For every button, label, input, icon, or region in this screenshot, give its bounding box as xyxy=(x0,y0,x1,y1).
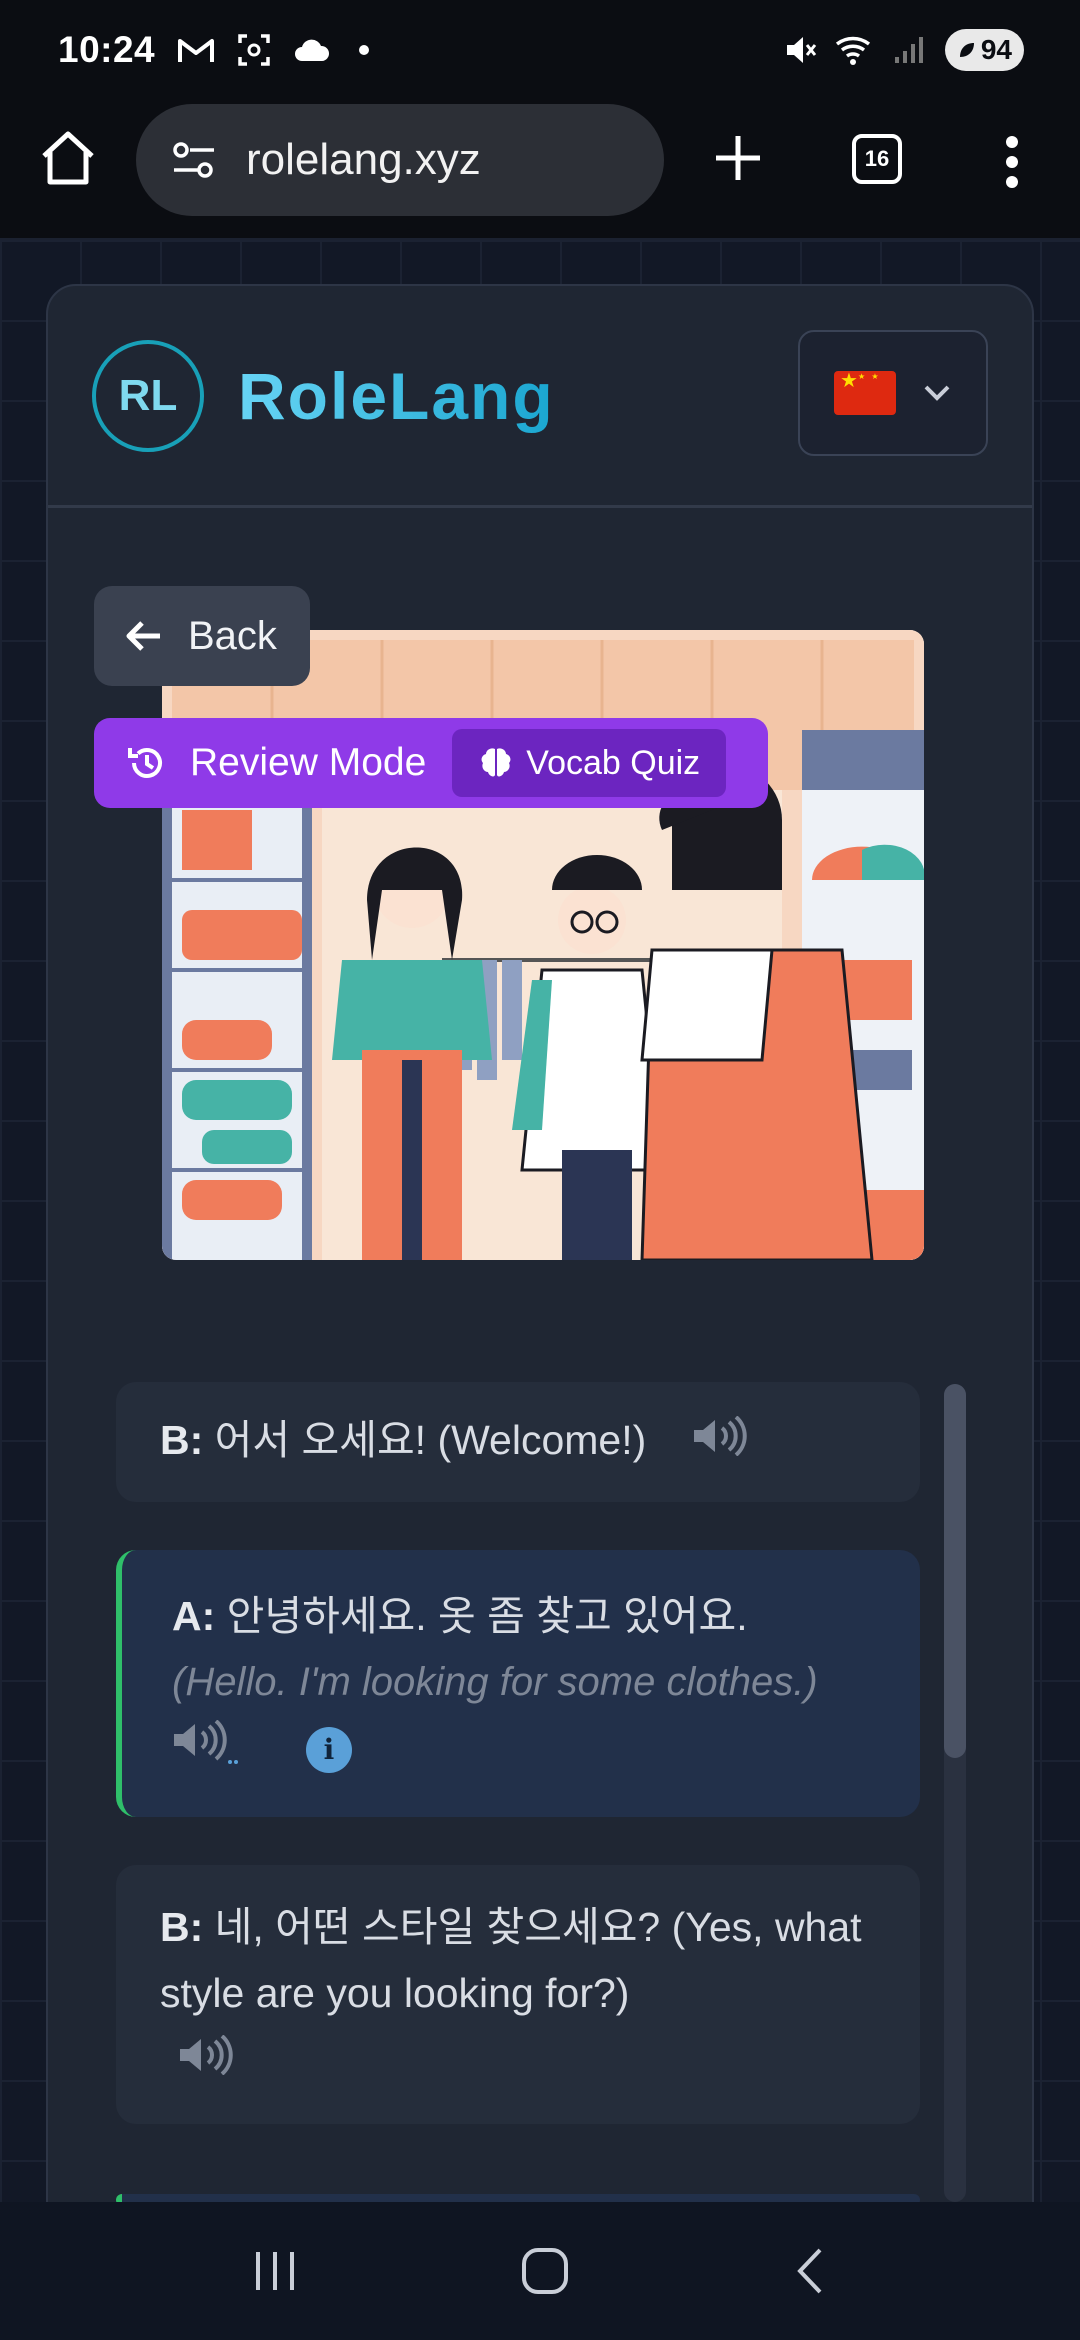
history-icon xyxy=(128,748,162,778)
dialogue-line[interactable]: B: 네, 어떤 스타일 찾으세요? (Yes, what style are … xyxy=(116,1865,920,2125)
speaker-label: A: xyxy=(172,1592,216,1639)
arrow-left-icon xyxy=(126,621,160,651)
new-tab-icon[interactable] xyxy=(708,128,768,188)
clock: 10:24 xyxy=(58,29,156,70)
address-bar[interactable]: rolelang.xyz xyxy=(136,104,664,216)
system-navigation-bar xyxy=(0,2202,1080,2340)
wifi-icon xyxy=(835,36,870,65)
back-button[interactable]: Back xyxy=(94,586,310,686)
dialogue-line[interactable]: B: 어서 오세요! (Welcome!) xyxy=(116,1382,920,1502)
chevron-down-icon xyxy=(924,385,950,401)
more-options-icon[interactable] xyxy=(1002,132,1022,192)
app-header: RL RoleLang xyxy=(48,286,1032,508)
mute-icon xyxy=(786,37,817,63)
brain-icon xyxy=(481,748,511,777)
tab-count: 16 xyxy=(864,146,890,171)
site-settings-icon[interactable] xyxy=(172,140,216,180)
browser-toolbar: rolelang.xyz 16 xyxy=(0,100,1080,240)
scene-panel: Back Review Mode Vocab Quiz xyxy=(78,546,1006,1446)
speaker-label: B: xyxy=(160,1904,204,1951)
review-mode-banner[interactable]: Review Mode Vocab Quiz xyxy=(94,718,768,808)
dialogue-line-active[interactable]: A: 안녕하세요. 옷 좀 찾고 있어요. (Hello. I'm lookin… xyxy=(116,1549,920,1818)
gmail-icon xyxy=(178,39,215,62)
recent-apps-icon[interactable] xyxy=(250,2248,300,2294)
cloud-icon xyxy=(295,39,330,61)
vocab-quiz-button[interactable]: Vocab Quiz xyxy=(452,729,727,797)
review-mode-label: Review Mode xyxy=(190,741,427,784)
line-text: 안녕하세요. 옷 좀 찾고 있어요. xyxy=(226,1592,748,1639)
speaker-icon[interactable] xyxy=(692,1410,750,1476)
speaker-icon[interactable] xyxy=(178,2029,236,2095)
dialogue-scrollbar[interactable] xyxy=(944,1384,966,2202)
speaker-icon[interactable] xyxy=(172,1718,242,1784)
home-nav-icon[interactable] xyxy=(520,2246,570,2296)
logo-initials: RL xyxy=(118,370,178,420)
translation-text: (Hello. I'm looking for some clothes.) xyxy=(172,1659,818,1704)
back-label: Back xyxy=(188,613,277,658)
tab-switcher-button[interactable]: 16 xyxy=(852,134,902,184)
status-bar: 10:24 94 xyxy=(0,0,1080,100)
screenshot-icon xyxy=(238,34,270,66)
info-icon[interactable]: i xyxy=(306,1727,352,1774)
china-flag-icon xyxy=(834,371,896,415)
brand-name: RoleLang xyxy=(238,358,555,433)
battery-indicator: 94 xyxy=(944,29,1024,71)
line-text: 어서 오세요! (Welcome!) xyxy=(214,1417,647,1463)
language-selector[interactable] xyxy=(798,330,988,456)
scrollbar-thumb[interactable] xyxy=(944,1384,966,1758)
signal-icon xyxy=(894,37,923,63)
dialogue-list: B: 어서 오세요! (Welcome!) A: 안녕하세요. 옷 좀 찾고 있… xyxy=(116,1382,920,2172)
home-icon[interactable] xyxy=(38,128,98,188)
vocab-quiz-label: Vocab Quiz xyxy=(526,743,701,782)
battery-level: 94 xyxy=(980,34,1012,65)
logo[interactable]: RL xyxy=(92,339,204,452)
notification-dot-icon xyxy=(359,45,370,55)
back-nav-icon[interactable] xyxy=(790,2246,830,2296)
url-text: rolelang.xyz xyxy=(246,135,481,184)
speaker-label: B: xyxy=(160,1417,204,1463)
line-text: 네, 어떤 스타일 찾으세요? (Yes, what style are you… xyxy=(160,1904,862,2016)
battery-saver-icon xyxy=(959,43,974,57)
